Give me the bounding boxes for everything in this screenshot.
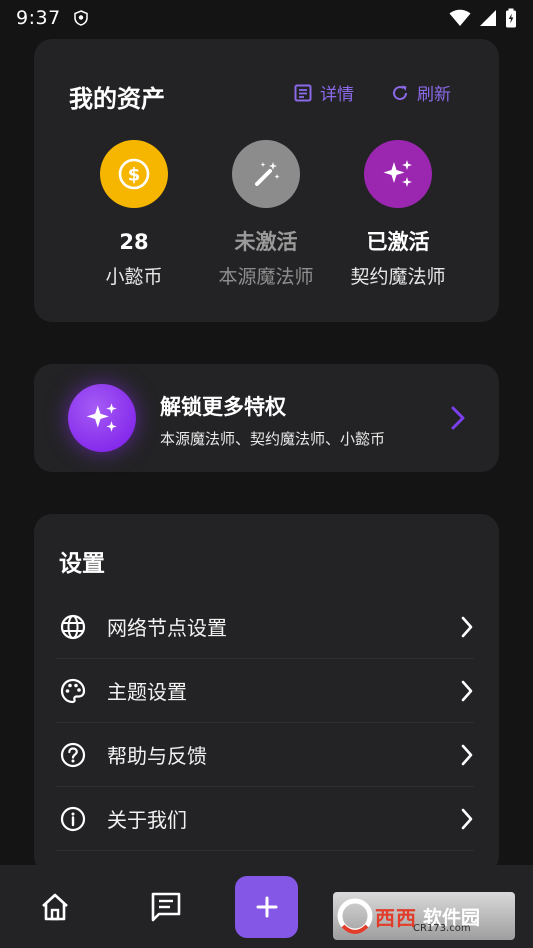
settings-item-label: 关于我们 — [107, 808, 187, 832]
chevron-right-icon — [461, 616, 473, 637]
unlock-title: 解锁更多特权 — [160, 395, 286, 419]
watermark-logo: 西西 软件园 CR173.com — [333, 892, 515, 940]
document-icon — [294, 84, 312, 101]
chevron-right-icon — [451, 406, 465, 430]
wifi-icon — [449, 9, 471, 26]
asset-origin-mage[interactable]: 未激活 本源魔法师 — [201, 140, 331, 290]
magic-wand-icon — [255, 162, 280, 186]
assets-title: 我的资产 — [69, 85, 165, 113]
coin-circle: $ — [100, 140, 168, 208]
contract-mage-label: 契约魔法师 — [350, 266, 446, 288]
coin-label: 小懿币 — [105, 266, 163, 288]
chevron-right-icon — [461, 808, 473, 829]
assets-card: 我的资产 详情 刷新 $ 28 小懿币 未激活 本源魔法师 已激活 契约魔法师 — [34, 39, 499, 322]
watermark-url: CR173.com — [413, 923, 471, 934]
contract-mage-circle — [364, 140, 432, 208]
settings-item-about-us[interactable]: 关于我们 — [56, 787, 474, 851]
add-button[interactable] — [235, 876, 298, 938]
nav-home[interactable] — [37, 889, 73, 925]
chevron-right-icon — [461, 680, 473, 701]
unlock-privileges-card[interactable]: 解锁更多特权 本源魔法师、契约魔法师、小懿币 — [34, 364, 499, 472]
origin-mage-circle — [232, 140, 300, 208]
asset-coin[interactable]: $ 28 小懿币 — [69, 140, 199, 290]
asset-contract-mage[interactable]: 已激活 契约魔法师 — [333, 140, 463, 290]
signal-icon — [480, 10, 496, 26]
detail-button[interactable]: 详情 — [294, 80, 354, 105]
add-icon — [256, 896, 277, 918]
status-bar: 9:37 — [0, 0, 533, 36]
detail-label: 详情 — [320, 85, 354, 105]
palette-icon — [60, 678, 86, 703]
battery-icon — [506, 8, 516, 28]
origin-mage-status: 未激活 — [234, 230, 298, 254]
settings-title: 设置 — [59, 551, 105, 577]
chevron-right-icon — [461, 744, 473, 765]
unlock-subtitle: 本源魔法师、契约魔法师、小懿币 — [160, 430, 386, 448]
settings-item-network-node[interactable]: 网络节点设置 — [56, 595, 474, 659]
bottom-nav: 西西 软件园 CR173.com — [0, 865, 533, 948]
watermark-text-1: 西西 — [375, 905, 417, 930]
help-icon — [60, 742, 86, 767]
status-time: 9:37 — [16, 7, 61, 29]
settings-item-label: 网络节点设置 — [107, 616, 227, 640]
refresh-button[interactable]: 刷新 — [391, 80, 451, 105]
contract-mage-status: 已激活 — [366, 230, 430, 254]
settings-item-theme[interactable]: 主题设置 — [56, 659, 474, 723]
settings-item-help-feedback[interactable]: 帮助与反馈 — [56, 723, 474, 787]
unlock-icon-circle — [68, 384, 136, 452]
info-icon — [60, 806, 86, 831]
home-icon — [42, 893, 68, 921]
settings-item-label: 帮助与反馈 — [107, 744, 207, 768]
svg-text:$: $ — [128, 165, 141, 186]
watermark-logo-icon — [337, 898, 373, 934]
settings-card: 设置 网络节点设置 主题设置 帮助与反馈 关于我们 — [34, 514, 499, 874]
refresh-icon — [393, 85, 408, 100]
message-icon — [151, 892, 181, 922]
sparkles-icon — [383, 160, 412, 187]
settings-item-label: 主题设置 — [107, 680, 187, 704]
sparkles-icon — [86, 403, 117, 432]
coin-count: 28 — [119, 230, 149, 254]
globe-icon — [60, 614, 86, 639]
origin-mage-label: 本源魔法师 — [218, 266, 314, 288]
refresh-label: 刷新 — [417, 85, 451, 105]
nav-messages[interactable] — [148, 889, 184, 925]
shield-icon — [73, 10, 88, 26]
coin-icon: $ — [118, 158, 150, 190]
